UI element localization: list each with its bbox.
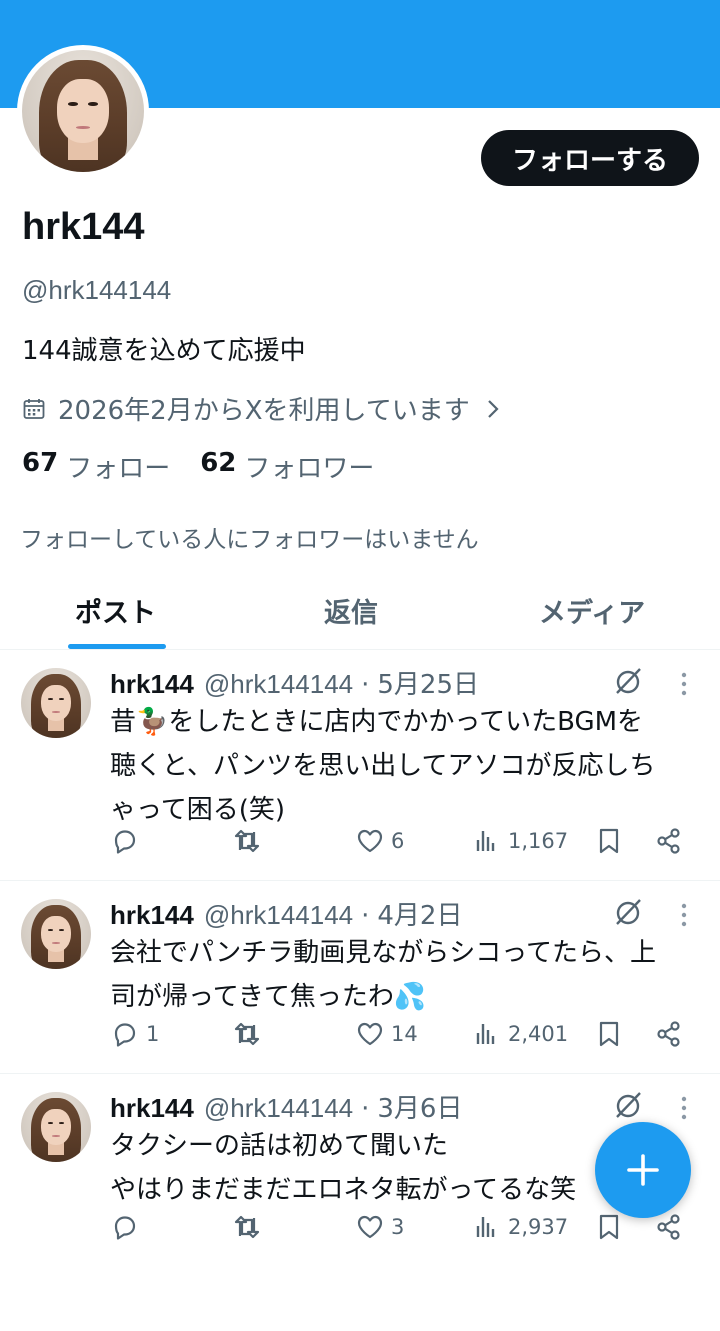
views-button[interactable]: 2,937 (472, 1212, 568, 1242)
post-separator: · (361, 901, 370, 931)
avatar-image (22, 50, 144, 172)
post-author-handle[interactable]: @hrk144144 (204, 669, 353, 700)
bookmark-icon (599, 1021, 619, 1047)
more-icon[interactable] (676, 670, 692, 698)
share-button[interactable] (654, 1019, 684, 1049)
reply-button[interactable] (110, 1212, 146, 1242)
followers-label: フォロワー (244, 454, 375, 484)
post-header: hrk144 @hrk144144 · 5月25日 (110, 664, 479, 701)
post-text: 昔🦆をしたときに店内でかかっていたBGMを 聴くと、パンツを思い出してアソコが反… (110, 707, 656, 825)
post-actions: 1 14 2,401 (0, 1019, 720, 1059)
active-tab-indicator (68, 644, 166, 649)
heart-icon (357, 1215, 383, 1239)
post-item[interactable]: hrk144 @hrk144144 · 4月2日 会社でパンチラ動画見ながらシコ… (0, 881, 720, 1074)
profile-tabs: ポスト 返信 メディア (0, 575, 720, 650)
views-count: 2,401 (508, 1022, 569, 1046)
like-count: 14 (391, 1022, 418, 1046)
heart-icon (357, 829, 383, 853)
no-mutual-followers-text: フォローしている人にフォロワーはいません (20, 527, 479, 553)
bookmark-icon (599, 1214, 619, 1240)
plus-icon (627, 1154, 659, 1186)
post-date[interactable]: 3月6日 (377, 1088, 462, 1125)
bookmark-button[interactable] (594, 1019, 624, 1049)
post-avatar[interactable] (21, 668, 91, 738)
profile-avatar[interactable] (17, 45, 149, 177)
post-item[interactable]: hrk144 @hrk144144 · 5月25日 昔🦆をしたときに店内でかかっ… (0, 650, 720, 881)
repost-button[interactable] (232, 1212, 268, 1242)
share-icon (657, 1214, 680, 1240)
tab-posts[interactable]: ポスト (75, 591, 156, 630)
post-actions: 3 2,937 (0, 1212, 720, 1252)
bookmark-button[interactable] (594, 826, 624, 856)
views-icon (476, 831, 495, 851)
compose-post-button[interactable] (595, 1122, 691, 1218)
repost-button[interactable] (232, 826, 268, 856)
following-count: 67 (22, 448, 59, 478)
reply-count: 1 (146, 1022, 160, 1046)
reply-button[interactable] (110, 826, 146, 856)
heart-icon (357, 1022, 383, 1046)
post-header: hrk144 @hrk144144 · 4月2日 (110, 895, 462, 932)
views-button[interactable]: 2,401 (472, 1019, 568, 1049)
profile-display-name: hrk144 (22, 206, 145, 248)
post-header: hrk144 @hrk144144 · 3月6日 (110, 1088, 462, 1125)
reply-icon (114, 830, 136, 854)
repost-icon (234, 1022, 260, 1046)
bookmark-icon (599, 828, 619, 854)
post-author-handle[interactable]: @hrk144144 (204, 900, 353, 931)
post-avatar[interactable] (21, 1092, 91, 1162)
bookmark-button[interactable] (594, 1212, 624, 1242)
views-icon (476, 1217, 495, 1237)
post-author-name[interactable]: hrk144 (110, 900, 194, 931)
post-date[interactable]: 5月25日 (377, 664, 479, 701)
like-count: 3 (391, 1215, 405, 1239)
views-count: 1,167 (508, 829, 569, 853)
post-author-name[interactable]: hrk144 (110, 1093, 194, 1124)
grok-icon[interactable] (613, 666, 643, 696)
reply-icon (114, 1023, 136, 1047)
post-separator: · (361, 670, 370, 700)
more-icon[interactable] (676, 901, 692, 929)
post-date[interactable]: 4月2日 (377, 895, 462, 932)
share-icon (657, 828, 680, 854)
profile-bio: 144誠意を込めて応援中 (22, 336, 306, 366)
share-button[interactable] (654, 826, 684, 856)
like-button[interactable]: 3 (355, 1212, 404, 1242)
more-icon[interactable] (676, 1094, 692, 1122)
grok-icon[interactable] (613, 897, 643, 927)
reply-icon (114, 1216, 136, 1240)
calendar-icon (23, 398, 45, 419)
joined-date-row[interactable]: 2026年2月からXを利用しています (22, 390, 502, 427)
like-count: 6 (391, 829, 405, 853)
followers-count: 62 (200, 448, 237, 478)
tab-replies[interactable]: 返信 (324, 591, 378, 630)
following-link[interactable]: 67 フォロー (22, 448, 170, 485)
post-author-name[interactable]: hrk144 (110, 669, 194, 700)
views-count: 2,937 (508, 1215, 569, 1239)
profile-handle: @hrk144144 (22, 275, 172, 305)
follow-button[interactable]: フォローする (481, 130, 699, 186)
repost-icon (234, 829, 260, 853)
post-avatar[interactable] (21, 899, 91, 969)
reply-button[interactable]: 1 (110, 1019, 159, 1049)
following-label: フォロー (66, 454, 171, 484)
post-separator: · (361, 1094, 370, 1124)
like-button[interactable]: 14 (355, 1019, 418, 1049)
tab-media[interactable]: メディア (539, 591, 645, 630)
post-actions: 6 1,167 (0, 826, 720, 866)
share-icon (657, 1021, 680, 1047)
follow-stats: 67 フォロー 62 フォロワー (22, 448, 404, 485)
grok-icon[interactable] (613, 1090, 643, 1120)
views-icon (476, 1024, 495, 1044)
repost-button[interactable] (232, 1019, 268, 1049)
followers-link[interactable]: 62 フォロワー (200, 448, 374, 485)
share-button[interactable] (654, 1212, 684, 1242)
chevron-right-icon (487, 399, 499, 418)
joined-date-text: 2026年2月からXを利用しています (58, 396, 470, 426)
repost-icon (234, 1215, 260, 1239)
views-button[interactable]: 1,167 (472, 826, 568, 856)
like-button[interactable]: 6 (355, 826, 404, 856)
post-text: 会社でパンチラ動画見ながらシコってたら、上 司が帰ってきて焦ったわ💦 (110, 938, 657, 1012)
post-author-handle[interactable]: @hrk144144 (204, 1093, 353, 1124)
